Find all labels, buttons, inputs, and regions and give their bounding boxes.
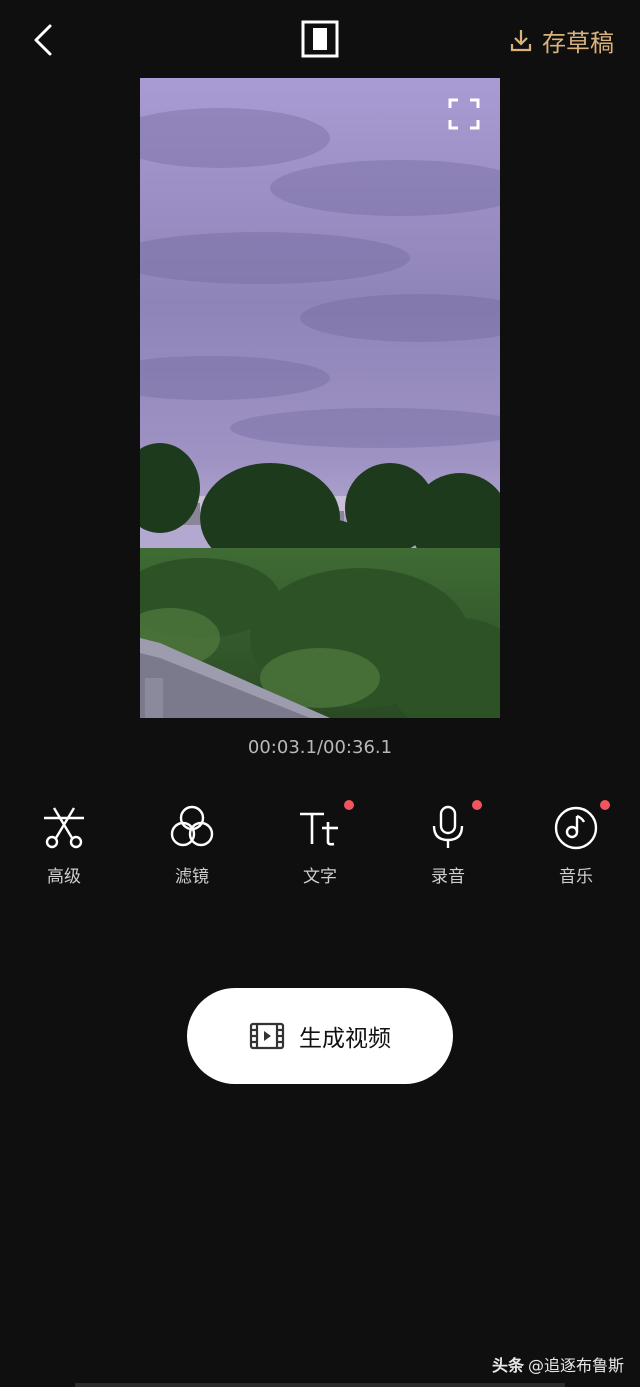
fullscreen-button[interactable] <box>448 98 480 130</box>
tool-record[interactable]: 录音 <box>398 798 498 894</box>
video-preview[interactable] <box>140 78 500 718</box>
home-indicator <box>75 1383 565 1387</box>
tool-text[interactable]: 文字 <box>270 798 370 894</box>
back-button[interactable] <box>26 20 62 60</box>
tool-advanced[interactable]: 高级 <box>14 798 114 894</box>
microphone-icon <box>432 805 464 848</box>
fullscreen-corners-icon <box>448 98 480 130</box>
text-tt-icon <box>300 812 338 846</box>
chevron-left-icon <box>34 24 52 56</box>
download-tray-icon <box>510 30 532 52</box>
tool-filter[interactable]: 滤镜 <box>142 798 242 894</box>
aspect-ratio-button[interactable] <box>301 20 339 58</box>
watermark-handle: @追逐布鲁斯 <box>527 1356 624 1375</box>
tool-filter-label: 滤镜 <box>175 867 209 887</box>
tool-advanced-label: 高级 <box>47 867 81 887</box>
tool-text-badge <box>344 800 354 810</box>
tool-music[interactable]: 音乐 <box>526 798 626 894</box>
tool-record-label: 录音 <box>431 867 465 887</box>
film-play-icon <box>249 1022 285 1050</box>
save-draft-button[interactable]: 存草稿 <box>510 22 614 58</box>
tool-music-label: 音乐 <box>559 867 593 887</box>
aspect-ratio-icon <box>301 20 339 58</box>
watermark: 头条 @追逐布鲁斯 <box>492 1352 624 1376</box>
video-frame <box>140 78 500 718</box>
playback-timecode: 00:03.1/00:36.1 <box>247 737 393 758</box>
top-bar: 存草稿 <box>0 0 640 80</box>
tool-music-badge <box>600 800 610 810</box>
scissors-icon <box>44 807 84 849</box>
filter-circles-icon <box>170 805 214 847</box>
music-note-icon <box>554 806 598 850</box>
generate-video-label: 生成视频 <box>299 1026 391 1052</box>
save-draft-label: 存草稿 <box>542 28 614 57</box>
generate-video-button[interactable]: 生成视频 <box>187 988 453 1084</box>
watermark-brand: 头条 <box>491 1356 524 1375</box>
tool-text-label: 文字 <box>303 867 337 887</box>
tool-record-badge <box>472 800 482 810</box>
edit-toolbar: 高级 滤镜 文字 录音 音乐 <box>0 798 640 898</box>
